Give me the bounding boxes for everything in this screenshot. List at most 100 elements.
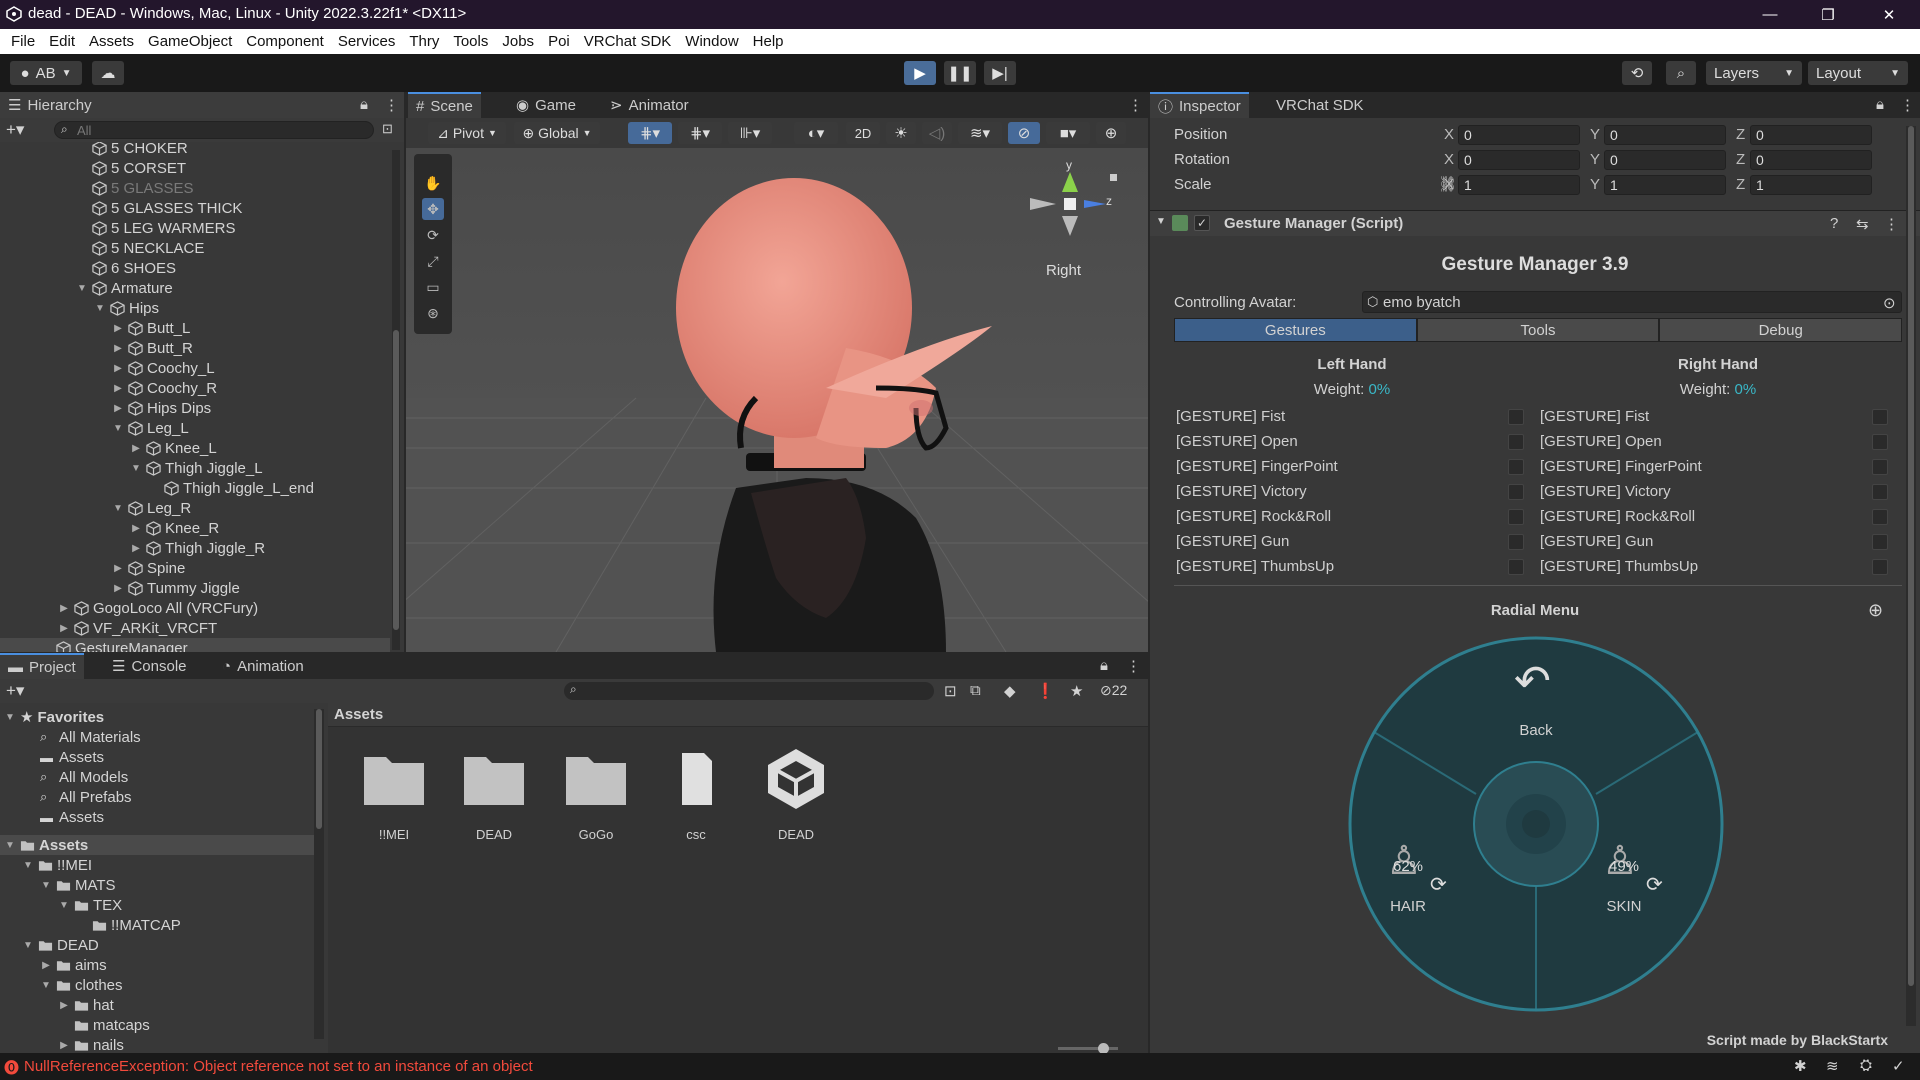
hierarchy-item[interactable]: 5 GLASSES: [76, 178, 194, 198]
tab-inspector[interactable]: ⓘ Inspector: [1150, 92, 1249, 118]
menu-vrchat-sdk[interactable]: VRChat SDK: [577, 33, 679, 50]
chevron-right-icon[interactable]: ▶: [58, 1000, 70, 1011]
project-tree-item[interactable]: ▼ clothes: [40, 975, 122, 995]
layers-dropdown[interactable]: Layers ▼: [1706, 61, 1802, 85]
scene-visibility-icon[interactable]: ⊡: [382, 121, 393, 137]
tab-console[interactable]: ☰ Console: [104, 653, 195, 679]
rotation-y-field[interactable]: 0: [1604, 150, 1726, 170]
asset-item[interactable]: DEAD: [456, 747, 532, 847]
hand-tool-icon[interactable]: ✋: [422, 172, 444, 194]
hierarchy-item[interactable]: ▼ Leg_L: [112, 418, 189, 438]
history-button[interactable]: ⟲: [1622, 61, 1652, 85]
tab-animation[interactable]: ◔ Animation: [214, 653, 312, 679]
hierarchy-item[interactable]: ▶ Thigh Jiggle_R: [130, 538, 265, 558]
chevron-down-icon[interactable]: ▼: [40, 980, 52, 991]
scale-z-field[interactable]: 1: [1750, 175, 1872, 195]
right-gesture-checkbox[interactable]: [1872, 509, 1888, 525]
check-circle-icon[interactable]: ✓: [1892, 1057, 1905, 1075]
chevron-right-icon[interactable]: ▶: [112, 403, 124, 414]
chevron-down-icon[interactable]: ▼: [112, 423, 124, 434]
hierarchy-item[interactable]: ▶ Hips Dips: [112, 398, 211, 418]
hierarchy-item[interactable]: ▶ Coochy_L: [112, 358, 214, 378]
more-icon[interactable]: ⋮: [384, 96, 399, 114]
chevron-right-icon[interactable]: ▶: [112, 563, 124, 574]
pause-button[interactable]: ❚❚: [944, 61, 976, 85]
bug-icon[interactable]: ✱: [1794, 1057, 1807, 1075]
right-gesture-checkbox[interactable]: [1872, 459, 1888, 475]
right-gesture-checkbox[interactable]: [1872, 409, 1888, 425]
favorite-item[interactable]: ▬ Assets: [40, 747, 104, 767]
favorite-item[interactable]: ⌕ All Prefabs: [40, 787, 132, 807]
project-tree-item[interactable]: ▼ !!MEI: [22, 855, 92, 875]
pivot-dropdown[interactable]: ⊿ Pivot ▼: [428, 122, 506, 144]
lock-icon[interactable]: 🔒︎: [1100, 657, 1108, 674]
chevron-down-icon[interactable]: ▼: [94, 303, 106, 314]
camera-dropdown[interactable]: ■▾: [1046, 122, 1090, 144]
hierarchy-item[interactable]: GestureManager: [0, 638, 390, 652]
chevron-right-icon[interactable]: ▶: [130, 443, 142, 454]
zoom-slider[interactable]: [1058, 1043, 1118, 1054]
tab-game[interactable]: ◉ Game: [508, 92, 584, 118]
asset-item[interactable]: csc: [658, 747, 734, 847]
project-tree-item[interactable]: ▼ MATS: [40, 875, 116, 895]
position-y-field[interactable]: 0: [1604, 125, 1726, 145]
orientation-gizmo[interactable]: y z: [1020, 158, 1120, 256]
hierarchy-item[interactable]: 5 LEG WARMERS: [76, 218, 235, 238]
transform-tool-icon[interactable]: ⊛: [422, 302, 444, 324]
menu-thry[interactable]: Thry: [402, 33, 446, 50]
minimize-button[interactable]: —: [1742, 0, 1798, 29]
add-icon[interactable]: +▾: [6, 681, 24, 701]
project-tree-item[interactable]: ▶ aims: [40, 955, 107, 975]
scale-tool-icon[interactable]: ⤢: [422, 250, 444, 272]
lock-icon[interactable]: 🔒︎: [360, 96, 368, 113]
right-gesture-checkbox[interactable]: [1872, 434, 1888, 450]
layers-stack-icon[interactable]: ≋: [1826, 1057, 1839, 1075]
chevron-right-icon[interactable]: ▶: [58, 603, 70, 614]
left-gesture-checkbox[interactable]: [1508, 409, 1524, 425]
hierarchy-scrollbar[interactable]: [392, 150, 400, 650]
chevron-right-icon[interactable]: ▶: [130, 543, 142, 554]
left-gesture-checkbox[interactable]: [1508, 459, 1524, 475]
filter-by-type-icon[interactable]: ⧉: [970, 682, 981, 699]
favorite-item[interactable]: ▬ Assets: [40, 807, 104, 827]
tab-debug[interactable]: Debug: [1659, 318, 1903, 342]
chevron-down-icon[interactable]: ▼: [130, 463, 142, 474]
scene-viewport[interactable]: ✋ ✥ ⟳ ⤢ ▭ ⊛ y z Right: [406, 148, 1148, 652]
radial-menu[interactable]: ↶ Back ♙ 62% ⟳ HAIR ♙ 49% ⟳ SKIN: [1346, 634, 1726, 1014]
chevron-right-icon[interactable]: ▶: [130, 523, 142, 534]
cloud-button[interactable]: ☁: [92, 61, 124, 85]
maximize-button[interactable]: ❐: [1800, 0, 1856, 29]
hierarchy-item[interactable]: ▼ Hips: [94, 298, 159, 318]
effects-toggle[interactable]: ≋▾: [958, 122, 1002, 144]
hierarchy-item[interactable]: 5 CORSET: [76, 158, 186, 178]
hierarchy-item[interactable]: ▶ Spine: [112, 558, 185, 578]
right-gesture-checkbox[interactable]: [1872, 559, 1888, 575]
tree-scrollbar[interactable]: [314, 709, 324, 1039]
project-tree-item[interactable]: ▶ hat: [58, 995, 114, 1015]
tab-gestures[interactable]: Gestures: [1174, 318, 1417, 342]
search-button[interactable]: ⌕: [1666, 61, 1696, 85]
project-tree-item[interactable]: ▼ Assets: [0, 835, 314, 855]
help-icon[interactable]: ?: [1830, 215, 1838, 232]
tab-animator[interactable]: ⋗ Animator: [602, 92, 697, 118]
scrollbar-thumb[interactable]: [1908, 126, 1914, 986]
more-icon[interactable]: ⋮: [1128, 96, 1143, 114]
chevron-right-icon[interactable]: ▶: [112, 583, 124, 594]
breadcrumb-assets[interactable]: Assets: [334, 706, 383, 723]
scrollbar-thumb[interactable]: [316, 709, 322, 829]
tab-tools[interactable]: Tools: [1416, 318, 1660, 342]
hierarchy-item[interactable]: ▼ Thigh Jiggle_L: [130, 458, 263, 478]
chevron-down-icon[interactable]: ▼: [4, 840, 16, 851]
warning-icon[interactable]: ❗: [1036, 682, 1055, 700]
lock-icon[interactable]: 🔒︎: [1876, 96, 1884, 113]
chevron-down-icon[interactable]: ▼: [40, 880, 52, 891]
more-icon[interactable]: ⋮: [1884, 215, 1899, 233]
step-button[interactable]: ▶|: [984, 61, 1016, 85]
hierarchy-item[interactable]: ▶ Butt_L: [112, 318, 190, 338]
chevron-down-icon[interactable]: ▼: [112, 503, 124, 514]
menu-gameobject[interactable]: GameObject: [141, 33, 239, 50]
scale-x-field[interactable]: 1: [1458, 175, 1580, 195]
draw-mode-button[interactable]: ◐▾: [794, 122, 838, 144]
account-dropdown[interactable]: ● AB ▼: [10, 61, 82, 85]
2d-toggle[interactable]: 2D: [846, 122, 880, 144]
